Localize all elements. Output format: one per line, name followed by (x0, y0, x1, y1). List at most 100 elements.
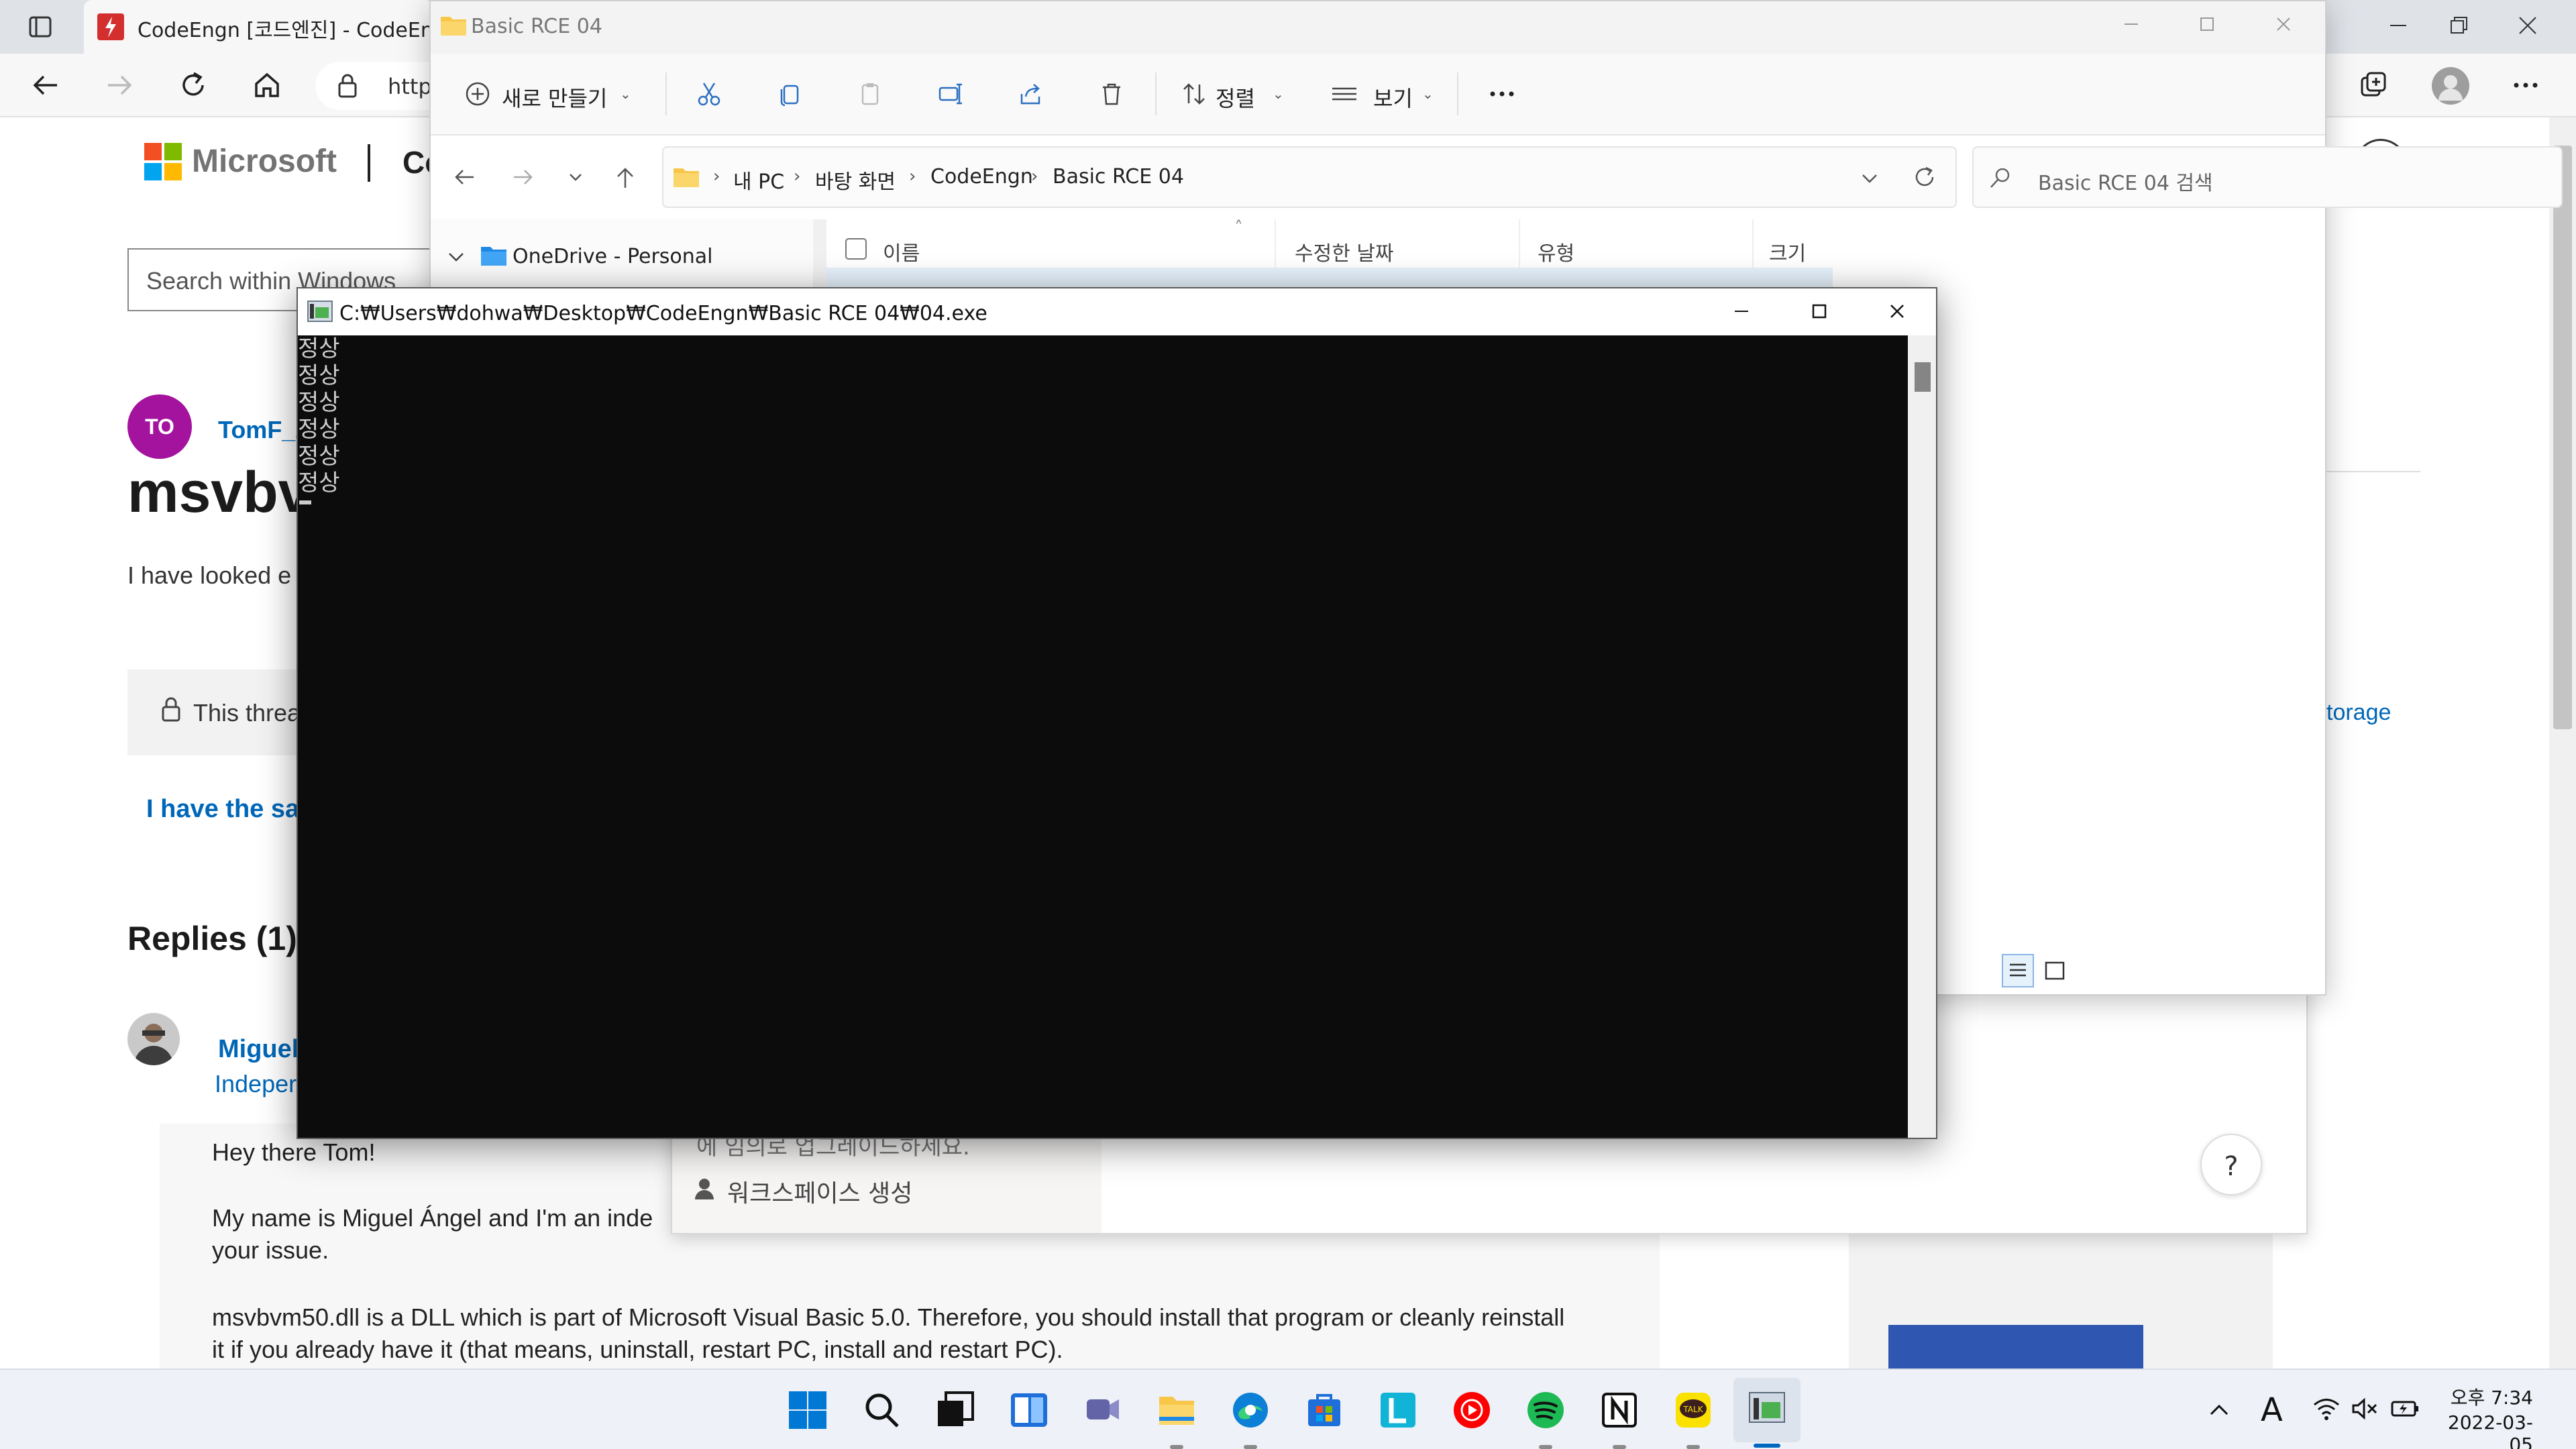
profile-avatar[interactable] (2432, 67, 2469, 105)
console-line: 정상 (298, 470, 340, 496)
more-menu-icon[interactable] (2510, 70, 2541, 101)
home-icon[interactable] (252, 70, 282, 101)
large-icons-view-icon[interactable] (2039, 955, 2070, 986)
kakaotalk-icon[interactable]: TALK (1666, 1383, 1720, 1437)
forward-icon[interactable] (104, 70, 135, 101)
recent-locations-icon[interactable] (562, 164, 589, 191)
clock-time[interactable]: 오후 7:34 (2446, 1383, 2533, 1410)
replies-heading: Replies (1) (127, 920, 297, 957)
explorer-maximize-icon[interactable] (2194, 11, 2220, 38)
create-workspace-item[interactable]: 워크스페이스 생성 (727, 1174, 912, 1209)
battery-charging-icon[interactable] (2390, 1395, 2422, 1422)
edge-restore-icon[interactable] (2445, 12, 2472, 39)
file-explorer-icon[interactable] (1150, 1383, 1203, 1437)
notion-icon[interactable] (1593, 1383, 1646, 1437)
explorer-minimize-icon[interactable] (2118, 11, 2145, 38)
up-icon[interactable] (612, 164, 639, 191)
search-icon[interactable] (855, 1383, 908, 1437)
breadcrumb-basic-rce-04[interactable]: Basic RCE 04 (1053, 165, 1184, 189)
details-view-icon[interactable] (2002, 954, 2034, 987)
back-icon[interactable] (30, 70, 61, 101)
edge-minimize-icon[interactable] (2385, 12, 2412, 39)
start-icon[interactable] (781, 1383, 835, 1437)
cmd-divider (1457, 72, 1458, 115)
console-taskbar-button[interactable] (1733, 1378, 1801, 1442)
running-indicator (1244, 1445, 1257, 1449)
console-close-icon[interactable] (1884, 298, 1911, 325)
active-indicator (1754, 1444, 1780, 1448)
tab-actions-icon[interactable] (28, 15, 52, 39)
wifi-icon[interactable] (2312, 1395, 2341, 1422)
paste-icon[interactable] (857, 80, 883, 107)
user-avatar[interactable]: TO (127, 394, 192, 459)
refresh-icon[interactable] (1911, 164, 1938, 191)
help-button[interactable]: ? (2200, 1134, 2262, 1195)
scrollbar-thumb[interactable] (1915, 362, 1931, 392)
microsoft-store-icon[interactable] (1297, 1383, 1351, 1437)
back-icon[interactable] (451, 164, 478, 191)
expand-chevron-icon[interactable] (444, 245, 468, 269)
explorer-command-bar: 새로 만들기 ⌄ 정렬 ⌄ 보기 ⌄ (431, 54, 2325, 136)
teams-chat-icon[interactable] (1076, 1383, 1130, 1437)
spotify-icon[interactable] (1519, 1383, 1572, 1437)
sort-button[interactable]: 정렬 (1216, 82, 1255, 113)
clock-date[interactable]: 2022-03-05 (2426, 1411, 2533, 1449)
breadcrumb-desktop[interactable]: 바탕 화면 (815, 165, 896, 195)
more-options-icon[interactable] (1487, 80, 1517, 107)
forward-icon[interactable] (510, 164, 537, 191)
column-type[interactable]: 유형 (1538, 237, 1574, 266)
widgets-icon[interactable] (1002, 1383, 1056, 1437)
new-button[interactable]: 새로 만들기 (502, 82, 607, 113)
refresh-icon[interactable] (178, 70, 209, 101)
l-app-icon[interactable] (1371, 1383, 1425, 1437)
volume-muted-icon[interactable] (2351, 1395, 2380, 1422)
edge-scrollbar[interactable] (2549, 117, 2576, 1368)
edge-browser-icon[interactable] (1224, 1383, 1277, 1437)
copy-icon[interactable] (776, 80, 803, 107)
chevron-up-icon[interactable] (2206, 1397, 2233, 1424)
svg-text:TALK: TALK (1682, 1405, 1703, 1414)
browser-tab[interactable]: CodeEngn [코드엔진] - CodeEng (84, 0, 446, 54)
reply-author-link[interactable]: Miguel (218, 1035, 299, 1064)
storage-link[interactable]: torage (2326, 700, 2391, 726)
console-minimize-icon[interactable] (1728, 298, 1755, 325)
scrollbar-thumb[interactable] (2553, 146, 2572, 729)
rename-icon[interactable] (937, 80, 964, 107)
breadcrumb-codeengn[interactable]: CodeEngn (930, 165, 1033, 189)
select-all-checkbox[interactable] (845, 238, 867, 260)
console-scrollbar[interactable] (1908, 335, 1936, 1138)
microsoft-brand[interactable]: Microsoft (192, 143, 337, 180)
column-modified[interactable]: 수정한 날짜 (1295, 237, 1394, 266)
console-line: 정상 (298, 362, 340, 389)
youtube-music-icon[interactable] (1445, 1383, 1499, 1437)
same-question-button[interactable]: I have the sar (146, 795, 309, 824)
explorer-close-icon[interactable] (2270, 11, 2297, 38)
edge-close-icon[interactable] (2514, 12, 2541, 39)
breadcrumb-my-pc[interactable]: 내 PC (733, 165, 784, 195)
share-icon[interactable] (1018, 80, 1044, 107)
view-button[interactable]: 보기 (1373, 82, 1413, 113)
search-icon (1987, 165, 2014, 192)
console-cursor (299, 500, 311, 504)
collections-icon[interactable] (2358, 70, 2389, 101)
post-author-link[interactable]: TomF_2 (218, 416, 309, 444)
delete-icon[interactable] (1098, 80, 1125, 107)
task-view-icon[interactable] (928, 1383, 982, 1437)
column-size[interactable]: 크기 (1769, 237, 1806, 266)
explorer-search-input[interactable]: Basic RCE 04 검색 (1972, 146, 2563, 208)
console-line: 정상 (298, 389, 340, 416)
column-name[interactable]: 이름 (883, 237, 920, 266)
cut-icon[interactable] (696, 80, 722, 107)
breadcrumb-separator-icon: › (909, 166, 916, 186)
console-maximize-icon[interactable] (1806, 298, 1833, 325)
chevron-down-icon: ⌄ (620, 86, 631, 102)
taskbar: TALK A 오후 7:34 2022-03-05 (0, 1368, 2576, 1449)
explorer-address-bar[interactable]: › 내 PC › 바탕 화면 › CodeEngn › Basic RCE 04 (662, 146, 1957, 208)
console-output[interactable]: 정상 정상 정상 정상 정상 정상 (298, 335, 1908, 1138)
reply-author-avatar[interactable] (127, 1013, 180, 1065)
breadcrumb-separator-icon: › (794, 166, 801, 186)
address-history-chevron-icon[interactable] (1856, 165, 1883, 192)
lock-icon (337, 74, 358, 98)
ime-indicator[interactable]: A (2261, 1391, 2283, 1429)
nav-item-onedrive[interactable]: OneDrive - Personal (513, 245, 713, 268)
